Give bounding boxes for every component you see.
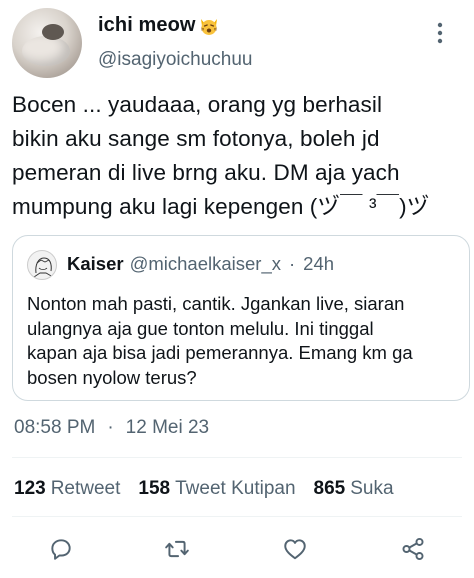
sketch-avatar-icon xyxy=(33,257,54,278)
like-button[interactable] xyxy=(278,532,312,566)
retweet-button[interactable] xyxy=(160,532,194,566)
divider-top xyxy=(12,457,462,458)
avatar-cat-body xyxy=(22,36,70,66)
retweet-label: Retweet xyxy=(50,478,121,499)
like-stat[interactable]: 865 Suka xyxy=(314,478,394,500)
tweet-date[interactable]: 12 Mei 23 xyxy=(126,417,209,439)
engagement-stats: 123 Retweet 158 Tweet Kutipan 865 Suka xyxy=(14,478,412,500)
author-display-name[interactable]: ichi meow xyxy=(98,14,196,37)
share-button[interactable] xyxy=(396,532,430,566)
like-label: Suka xyxy=(350,478,394,499)
tweet-text: Bocen ... yaudaaa, orang yg berhasil bik… xyxy=(12,92,430,219)
quoted-tweet-text: Nonton mah pasti, cantik. Jgankan live, … xyxy=(27,293,413,388)
reply-button[interactable] xyxy=(44,532,78,566)
quoted-author-avatar xyxy=(27,250,57,280)
retweet-icon xyxy=(165,540,189,558)
timestamp-separator: · xyxy=(107,417,114,438)
quoted-author-name: Kaiser xyxy=(67,253,124,274)
quote-count: 158 xyxy=(138,478,171,499)
quoted-separator: · xyxy=(289,253,296,274)
heart-icon xyxy=(284,539,306,560)
share-icon xyxy=(402,537,424,561)
tweet-timestamp: 08:58 PM · 12 Mei 23 xyxy=(14,417,209,439)
reply-icon xyxy=(51,539,71,560)
quoted-tweet-card[interactable]: Kaiser @michaelkaiser_x · 24h Nonton mah… xyxy=(12,235,470,401)
author-avatar[interactable] xyxy=(12,8,82,78)
like-count: 865 xyxy=(313,478,346,499)
author-handle[interactable]: @isagiyoichuchuu xyxy=(98,49,253,71)
retweet-count: 123 xyxy=(14,478,46,499)
tweet-time[interactable]: 08:58 PM xyxy=(14,417,95,439)
quote-stat[interactable]: 158 Tweet Kutipan xyxy=(138,478,295,500)
weary-cat-emoji-icon xyxy=(200,18,217,35)
action-bar xyxy=(0,532,474,566)
quoted-tweet-age: 24h xyxy=(303,253,335,274)
avatar-cat-patch xyxy=(42,24,64,40)
divider-bottom xyxy=(12,516,462,517)
more-vertical-icon[interactable] xyxy=(436,22,444,44)
retweet-stat[interactable]: 123 Retweet xyxy=(14,478,120,500)
author-name-row: ichi meow xyxy=(98,14,219,37)
quoted-tweet-header: Kaiser @michaelkaiser_x · 24h xyxy=(67,253,334,275)
quote-label: Tweet Kutipan xyxy=(175,478,296,499)
quoted-author-handle: @michaelkaiser_x xyxy=(129,253,281,274)
